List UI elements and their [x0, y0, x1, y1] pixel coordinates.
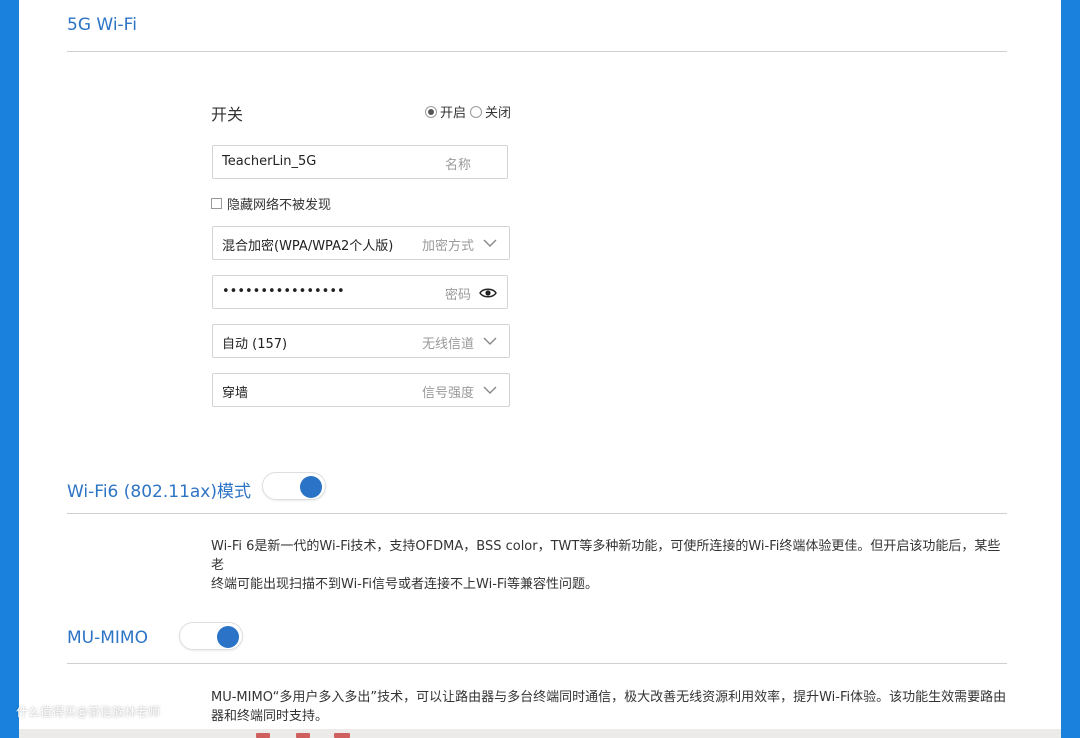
signal-value: 穿墙 [222, 386, 249, 401]
switch-radio-group: 开启 关闭 [425, 102, 515, 121]
password-value: •••••••••••••••• [222, 284, 345, 299]
chevron-down-icon [483, 239, 497, 247]
toggle-knob [217, 626, 239, 648]
password-hint: 密码 [444, 288, 471, 303]
watermark: 什么值得买@茶信族林老师 [16, 705, 161, 719]
mumimo-toggle[interactable] [179, 622, 243, 650]
taskbar-item[interactable] [296, 733, 310, 738]
window-edge-right [1061, 0, 1080, 738]
ssid-input[interactable]: TeacherLin_5G 名称 [212, 145, 508, 179]
hide-network-checkbox[interactable] [211, 198, 222, 209]
wifi6-description: Wi-Fi 6是新一代的Wi-Fi技术，支持OFDMA，BSS color，TW… [211, 537, 1011, 594]
password-input[interactable]: •••••••••••••••• 密码 [212, 275, 508, 309]
encryption-hint: 加密方式 [421, 239, 474, 254]
chevron-down-icon [483, 386, 497, 394]
mumimo-description: MU-MIMO“多用户多入多出”技术，可以让路由器与多台终端同时通信，极大改善无… [211, 688, 1011, 726]
taskbar-item[interactable] [334, 733, 350, 738]
window-edge-left [0, 0, 19, 738]
ssid-hint: 名称 [444, 158, 471, 173]
section-title-5g-wifi: 5G Wi-Fi [67, 15, 137, 35]
chevron-down-icon [483, 337, 497, 345]
channel-hint: 无线信道 [421, 337, 474, 352]
radio-on[interactable] [425, 105, 437, 118]
wifi6-desc-line1: Wi-Fi 6是新一代的Wi-Fi技术，支持OFDMA，BSS color，TW… [211, 539, 1001, 573]
eye-icon[interactable] [479, 287, 497, 299]
radio-off[interactable] [470, 105, 483, 118]
taskbar-item[interactable] [256, 733, 270, 738]
mumimo-desc-line1: MU-MIMO“多用户多入多出”技术，可以让路由器与多台终端同时通信，极大改善无… [211, 690, 1007, 705]
encryption-select[interactable]: 混合加密(WPA/WPA2个人版) 加密方式 [212, 226, 510, 260]
signal-select[interactable]: 穿墙 信号强度 [212, 373, 510, 407]
taskbar-strip [19, 729, 1061, 738]
encryption-value: 混合加密(WPA/WPA2个人版) [222, 239, 394, 254]
mumimo-desc-line2: 器和终端同时支持。 [211, 709, 329, 724]
radio-on-label[interactable]: 开启 [440, 102, 466, 121]
wifi6-desc-line2: 终端可能出现扫描不到Wi-Fi信号或者连接不上Wi-Fi等兼容性问题。 [211, 577, 599, 592]
divider [67, 513, 1007, 514]
channel-value: 自动 (157) [222, 337, 288, 352]
divider [67, 663, 1007, 664]
switch-label: 开关 [211, 105, 244, 124]
signal-hint: 信号强度 [421, 386, 474, 401]
section-title-wifi6: Wi-Fi6 (802.11ax)模式 [67, 482, 252, 502]
wifi6-toggle[interactable] [262, 472, 326, 500]
section-title-mumimo: MU-MIMO [67, 628, 148, 648]
radio-off-label[interactable]: 关闭 [485, 102, 511, 121]
hide-network-row: 隐藏网络不被发现 [211, 194, 331, 213]
settings-panel [19, 0, 1061, 738]
toggle-knob [300, 476, 322, 498]
divider [67, 51, 1007, 52]
hide-network-label[interactable]: 隐藏网络不被发现 [227, 194, 331, 213]
ssid-value: TeacherLin_5G [222, 154, 317, 169]
channel-select[interactable]: 自动 (157) 无线信道 [212, 324, 510, 358]
